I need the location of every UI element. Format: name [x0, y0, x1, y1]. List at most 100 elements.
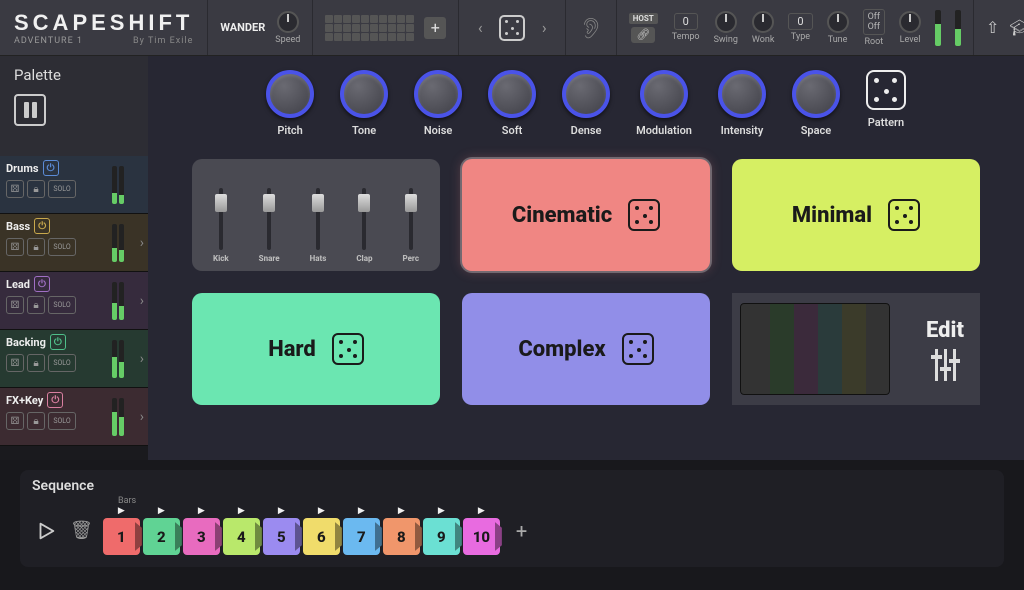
pattern-dice-button[interactable] [866, 70, 906, 110]
power-icon[interactable]: ⏻ [43, 160, 59, 176]
track-lock-icon[interactable]: 🔒︎ [27, 180, 45, 198]
dice-icon[interactable] [622, 333, 654, 365]
chevron-right-icon[interactable]: › [140, 293, 144, 309]
chevron-right-icon[interactable]: › [140, 235, 144, 251]
track-dice-icon[interactable]: ⚄ [6, 238, 24, 256]
chevron-right-icon[interactable]: › [140, 351, 144, 367]
play-button[interactable] [32, 517, 60, 545]
trash-icon[interactable]: 🗑︎ [70, 520, 93, 541]
step-play-icon[interactable]: ▶ [398, 506, 405, 518]
intensity-knob[interactable] [718, 70, 766, 118]
sequence-step-6[interactable]: 6 [303, 518, 340, 555]
track-lock-icon[interactable]: 🔒︎ [27, 238, 45, 256]
track-bass[interactable]: Bass⏻ ⚄ 🔒︎ SOLO › [0, 214, 148, 272]
track-lock-icon[interactable]: 🔒︎ [27, 296, 45, 314]
modulation-knob[interactable] [640, 70, 688, 118]
randomize-button[interactable] [499, 15, 525, 41]
dice-icon[interactable] [332, 333, 364, 365]
ear-icon[interactable]: 👂︎ [578, 16, 603, 40]
noise-knob[interactable] [414, 70, 462, 118]
tile-complex[interactable]: Complex [462, 293, 710, 405]
step-play-icon[interactable]: ▶ [358, 506, 365, 518]
soft-knob[interactable] [488, 70, 536, 118]
track-label: Drums [6, 162, 39, 175]
power-icon[interactable]: ⏻ [34, 276, 50, 292]
speed-knob[interactable] [277, 11, 299, 33]
step-play-icon[interactable]: ▶ [438, 506, 445, 518]
space-knob[interactable] [792, 70, 840, 118]
preset-name[interactable]: ADVENTURE 1 [14, 36, 83, 46]
tile-minimal[interactable]: Minimal [732, 159, 980, 271]
track-lock-icon[interactable]: 🔒︎ [27, 412, 45, 430]
step-play-icon[interactable]: ▶ [238, 506, 245, 518]
dice-icon[interactable] [888, 199, 920, 231]
tempo-value[interactable]: 0 [674, 13, 698, 30]
knob-label: Pitch [277, 124, 303, 137]
sequence-step-3[interactable]: 3 [183, 518, 220, 555]
chevron-right-icon[interactable]: › [140, 409, 144, 425]
level-knob[interactable] [899, 11, 921, 33]
mode-button[interactable]: WANDER [220, 21, 265, 34]
host-badge[interactable]: HOST [629, 13, 658, 24]
clap-fader[interactable] [362, 188, 366, 250]
tile-edit[interactable]: Edit [732, 293, 980, 405]
solo-button[interactable]: SOLO [48, 354, 76, 372]
snare-fader[interactable] [267, 188, 271, 250]
solo-button[interactable]: SOLO [48, 180, 76, 198]
track-drums[interactable]: Drums ⏻ ⚄ 🔒︎ SOLO [0, 156, 148, 214]
track-dice-icon[interactable]: ⚄ [6, 412, 24, 430]
sequence-step-2[interactable]: 2 [143, 518, 180, 555]
track-backing[interactable]: Backing⏻ ⚄ 🔒︎ SOLO › [0, 330, 148, 388]
step-play-icon[interactable]: ▶ [118, 506, 125, 518]
swing-knob[interactable] [715, 11, 737, 33]
track-lock-icon[interactable]: 🔒︎ [27, 354, 45, 372]
step-play-icon[interactable]: ▶ [318, 506, 325, 518]
sequence-step-5[interactable]: 5 [263, 518, 300, 555]
tile-hard[interactable]: Hard [192, 293, 440, 405]
solo-button[interactable]: SOLO [48, 296, 76, 314]
power-icon[interactable]: ⏻ [34, 218, 50, 234]
sequence-step-1[interactable]: 1 [103, 518, 140, 555]
step-play-icon[interactable]: ▶ [198, 506, 205, 518]
kick-fader[interactable] [219, 188, 223, 250]
step-play-icon[interactable]: ▶ [278, 506, 285, 518]
prev-button[interactable]: ‹ [471, 16, 489, 40]
sequence-step-10[interactable]: 10 [463, 518, 500, 555]
power-icon[interactable]: ⏻ [47, 392, 63, 408]
tone-knob[interactable] [340, 70, 388, 118]
dense-knob[interactable] [562, 70, 610, 118]
solo-button[interactable]: SOLO [48, 238, 76, 256]
track-fx+key[interactable]: FX+Key⏻ ⚄ 🔒︎ SOLO › [0, 388, 148, 446]
add-step-button[interactable]: + [516, 519, 527, 543]
sequence-step-4[interactable]: 4 [223, 518, 260, 555]
track-dice-icon[interactable]: ⚄ [6, 354, 24, 372]
drum-faders-tile[interactable]: KickSnareHatsClapPerc [192, 159, 440, 271]
tile-cinematic[interactable]: Cinematic [462, 159, 710, 271]
brand-block: SCAPESHIFT ADVENTURE 1 By Tim Exile [0, 4, 207, 52]
sequence-step-7[interactable]: 7 [343, 518, 380, 555]
palette-header[interactable]: Palette [0, 56, 148, 156]
step-play-icon[interactable]: ▶ [158, 506, 165, 518]
sequence-step-9[interactable]: 9 [423, 518, 460, 555]
step-matrix[interactable] [325, 15, 414, 41]
perc-fader[interactable] [409, 188, 413, 250]
step-play-icon[interactable]: ▶ [478, 506, 485, 518]
tune-knob[interactable] [827, 11, 849, 33]
dice-icon[interactable] [628, 199, 660, 231]
sequence-step-8[interactable]: 8 [383, 518, 420, 555]
add-matrix-button[interactable]: + [424, 17, 446, 39]
link-icon[interactable]: 🔗︎ [631, 27, 655, 43]
hats-fader[interactable] [316, 188, 320, 250]
root-selector[interactable]: OffOff [863, 9, 885, 35]
track-dice-icon[interactable]: ⚄ [6, 296, 24, 314]
solo-button[interactable]: SOLO [48, 412, 76, 430]
next-button[interactable]: › [535, 16, 553, 40]
type-value[interactable]: 0 [788, 13, 812, 30]
wonk-knob[interactable] [752, 11, 774, 33]
pitch-knob[interactable] [266, 70, 314, 118]
track-dice-icon[interactable]: ⚄ [6, 180, 24, 198]
power-icon[interactable]: ⏻ [50, 334, 66, 350]
export-icon[interactable]: ⇧ [986, 18, 999, 37]
track-lead[interactable]: Lead⏻ ⚄ 🔒︎ SOLO › [0, 272, 148, 330]
learn-icon[interactable]: 🎓︎ [1009, 18, 1024, 37]
